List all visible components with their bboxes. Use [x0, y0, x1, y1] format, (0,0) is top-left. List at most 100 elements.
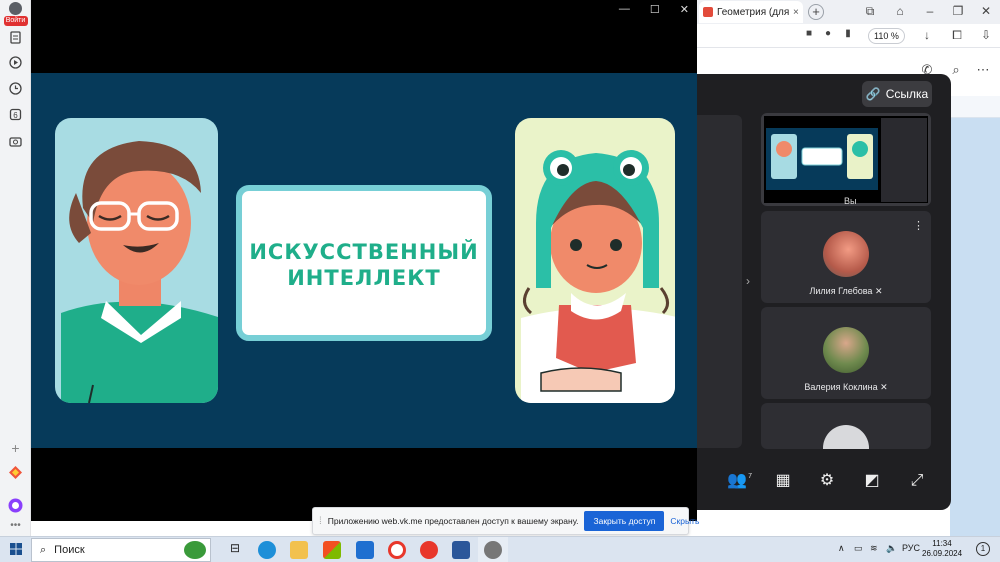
- participant-tile-self[interactable]: Вы: [761, 113, 931, 206]
- yandex-games-icon[interactable]: [6, 463, 25, 482]
- camera-icon[interactable]: ■: [801, 28, 817, 39]
- clock-date: 26.09.2024: [922, 549, 963, 558]
- video-window: — ☐ ✕ ИСКУССТВЕННЫЙ ИНТЕЛЛЕКТ: [31, 0, 697, 521]
- fullscreen-icon[interactable]: ⤢: [906, 470, 928, 492]
- add-panel-icon[interactable]: +: [6, 438, 25, 457]
- active-app-highlight: [478, 537, 508, 562]
- call-main-area: [697, 115, 742, 448]
- participant-name: Валерия Коклина ✕: [804, 382, 888, 392]
- bookmark-icon[interactable]: ⌂: [892, 4, 908, 18]
- girl-illustration: [515, 118, 675, 403]
- zoom-indicator[interactable]: 110 %: [868, 28, 905, 44]
- edge-icon[interactable]: [258, 541, 276, 559]
- address-bar: ■ ● ▮ 110 % ↓ ⧠ ⇩: [697, 24, 1000, 48]
- link-button-label: Ссылка: [885, 87, 929, 101]
- participant-tile-liliya[interactable]: ⋮ Лилия Глебова ✕: [761, 211, 931, 303]
- wifi-icon[interactable]: ≋: [870, 543, 878, 554]
- store-icon[interactable]: [323, 541, 341, 559]
- download-arrow-icon[interactable]: ⇩: [978, 28, 994, 42]
- participant-tile[interactable]: [761, 403, 931, 449]
- tile-menu-icon[interactable]: ⋮: [913, 219, 924, 232]
- microphone-icon[interactable]: ●: [820, 28, 836, 39]
- participant-tile-valeria[interactable]: Валерия Коклина ✕: [761, 307, 931, 399]
- avatar: [823, 231, 869, 277]
- yandex-browser-icon[interactable]: [388, 541, 406, 559]
- clock[interactable]: 11:34 26.09.2024: [922, 539, 962, 559]
- language-indicator[interactable]: РУС: [902, 543, 920, 553]
- slide-title-line1: ИСКУССТВЕННЫЙ: [249, 240, 479, 264]
- man-illustration: [55, 118, 218, 403]
- login-button[interactable]: Войти: [3, 16, 28, 26]
- tabs-overview-icon[interactable]: ⧉: [862, 4, 878, 19]
- hide-link[interactable]: Скрыть: [670, 516, 699, 526]
- tray-expand-icon[interactable]: ∧: [838, 543, 845, 554]
- slide-title: ИСКУССТВЕННЫЙ ИНТЕЛЛЕКТ: [242, 239, 486, 291]
- vk-chat-header: [950, 96, 1000, 118]
- presentation-slide: ИСКУССТВЕННЫЙ ИНТЕЛЛЕКТ: [31, 73, 697, 448]
- clock-time: 11:34: [932, 539, 952, 548]
- file-explorer-icon[interactable]: [290, 541, 308, 559]
- participant-name: Лилия Глебова ✕: [809, 286, 883, 296]
- vk-chat-wallpaper: [950, 96, 1000, 536]
- battery-icon[interactable]: ▭: [854, 543, 863, 554]
- share-message: Приложению web.vk.me предоставлен доступ…: [327, 516, 579, 526]
- grid-layout-icon[interactable]: ▦: [772, 470, 794, 492]
- mic-off-icon: ✕: [874, 286, 883, 296]
- word-icon[interactable]: [452, 541, 470, 559]
- tab-geometry[interactable]: Геометрия (для 7–9... ×: [699, 1, 803, 23]
- picture-in-picture-icon[interactable]: ◩: [861, 470, 883, 492]
- task-view-icon[interactable]: ⊟: [226, 541, 244, 559]
- avatar: [823, 327, 869, 373]
- browser-tabbar: Геометрия (для 7–9... × + ⧉ ⌂ – ❐ ✕: [697, 0, 1000, 24]
- participants-button[interactable]: 👥 7: [726, 470, 752, 492]
- search-label: Поиск: [54, 544, 85, 556]
- self-screen-preview: Вы: [764, 116, 928, 206]
- svg-text:6: 6: [13, 111, 18, 120]
- tab-close-icon[interactable]: ×: [793, 7, 799, 18]
- tab-title: Геометрия (для 7–9...: [717, 6, 789, 18]
- browser-sidebar: Войти 6 + •••: [0, 0, 31, 536]
- participants-count: 7: [748, 473, 752, 480]
- extension-icon[interactable]: ⧠: [949, 28, 965, 43]
- yandex-icon[interactable]: [420, 541, 438, 559]
- mail-icon[interactable]: [356, 541, 374, 559]
- windows-start-icon[interactable]: [10, 543, 22, 558]
- window-controls: — ☐ ✕: [619, 3, 689, 16]
- volume-icon[interactable]: 🔈: [886, 543, 897, 554]
- self-label: Вы: [844, 196, 857, 206]
- play-icon[interactable]: [6, 53, 25, 72]
- collections-icon[interactable]: [6, 28, 25, 47]
- windows-taskbar: ⌕ Поиск ⊟ ∧ ▭ ≋ 🔈 РУС 11:34 26.09.2024 1: [0, 536, 1000, 562]
- bookmark-flag-icon[interactable]: ▮: [840, 28, 856, 39]
- screenshot-icon[interactable]: [6, 132, 25, 151]
- settings-gear-icon[interactable]: ⚙: [816, 470, 838, 492]
- close-icon[interactable]: ✕: [978, 4, 994, 18]
- restore-icon[interactable]: ❐: [950, 4, 966, 18]
- calendar-icon[interactable]: 6: [6, 105, 25, 124]
- close-icon[interactable]: ✕: [680, 3, 689, 16]
- new-tab-button[interactable]: +: [808, 4, 824, 20]
- more-icon[interactable]: ⋯: [975, 62, 991, 78]
- notifications-badge[interactable]: 1: [976, 542, 990, 556]
- more-dots-icon[interactable]: •••: [6, 516, 25, 535]
- maximize-icon[interactable]: ☐: [650, 3, 660, 16]
- taskbar-search[interactable]: ⌕ Поиск: [31, 538, 211, 562]
- slide-title-line2: ИНТЕЛЛЕКТ: [287, 266, 441, 290]
- stop-sharing-button[interactable]: Закрыть доступ: [584, 511, 665, 531]
- search-icon[interactable]: ⌕: [948, 62, 964, 78]
- tab-favicon-icon: [703, 7, 713, 17]
- minimize-icon[interactable]: –: [922, 4, 938, 18]
- chevron-right-icon[interactable]: ›: [746, 274, 750, 288]
- people-icon: 👥: [727, 472, 747, 489]
- profile-avatar[interactable]: Войти: [3, 2, 28, 26]
- link-icon: 🔗: [865, 87, 881, 101]
- alice-icon[interactable]: [6, 496, 25, 515]
- history-icon[interactable]: [6, 79, 25, 98]
- avatar: [823, 425, 869, 449]
- search-bird-icon: [184, 541, 206, 559]
- screen-share-notification: ⁞ Приложению web.vk.me предоставлен дост…: [312, 507, 699, 535]
- link-button[interactable]: 🔗 Ссылка: [862, 81, 932, 107]
- download-icon[interactable]: ↓: [919, 28, 935, 42]
- drag-handle-icon[interactable]: ⁞: [319, 516, 322, 527]
- minimize-icon[interactable]: —: [619, 3, 630, 16]
